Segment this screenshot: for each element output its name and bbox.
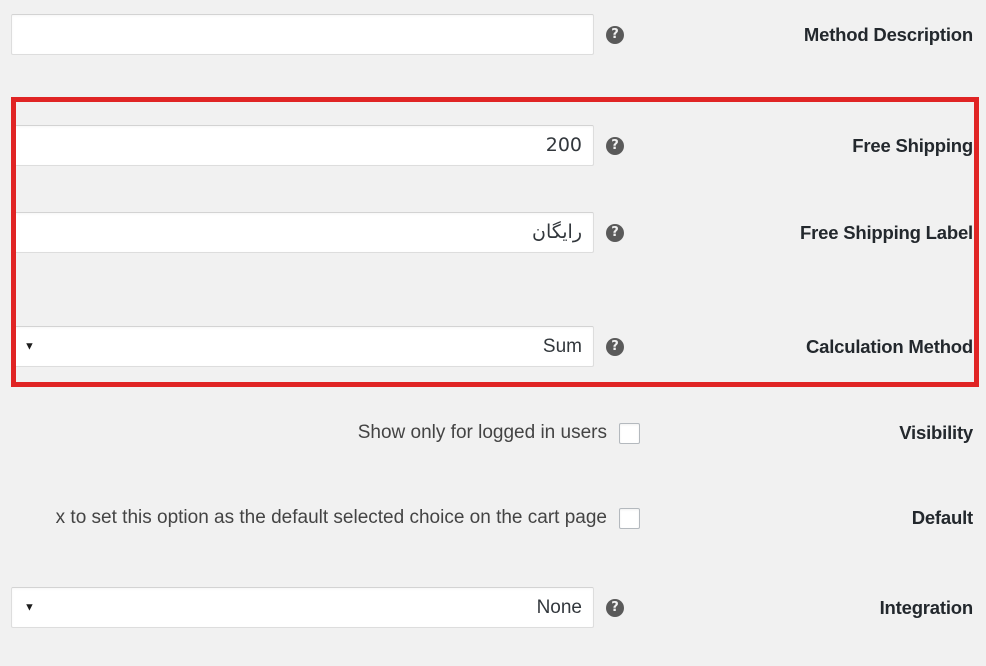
help-icon[interactable]: ? — [606, 136, 624, 155]
integration-select[interactable]: ▼ None — [11, 587, 594, 628]
integration-value: None — [536, 597, 582, 618]
chevron-down-icon: ▼ — [24, 601, 35, 613]
help-icon[interactable]: ? — [606, 337, 624, 356]
calculation-method-select[interactable]: ▼ Sum — [11, 326, 594, 367]
method-description-input[interactable] — [11, 14, 594, 55]
label-free-shipping-label: Free Shipping Label — [800, 221, 973, 243]
row-default: Default x to set this option as the defa… — [0, 506, 986, 530]
control-method-description — [11, 14, 594, 55]
label-integration: Integration — [879, 596, 974, 618]
label-default: Default — [911, 507, 974, 528]
default-checkbox[interactable] — [619, 507, 640, 529]
free-shipping-input[interactable]: 200 — [11, 125, 594, 166]
chevron-down-icon: ▼ — [24, 340, 35, 352]
row-method-description: Method Description ? — [0, 14, 986, 55]
row-free-shipping-label: Free Shipping Label ? رایگان — [0, 212, 986, 253]
default-checkbox-label: x to set this option as the default sele… — [55, 507, 607, 528]
label-visibility: Visibility — [899, 422, 973, 443]
visibility-checkbox-group[interactable]: Show only for logged in users — [358, 422, 640, 444]
label-calculation-method: Calculation Method — [805, 335, 973, 357]
row-calculation-method: Calculation Method ? ▼ Sum — [0, 326, 986, 367]
help-icon[interactable]: ? — [606, 223, 624, 242]
help-icon[interactable]: ? — [606, 25, 624, 44]
help-icon[interactable]: ? — [606, 598, 624, 617]
label-free-shipping: Free Shipping — [852, 134, 973, 156]
row-integration: Integration ? ▼ None — [0, 587, 986, 628]
control-calculation-method: ▼ Sum — [11, 326, 594, 367]
free-shipping-label-input[interactable]: رایگان — [11, 212, 594, 253]
control-free-shipping-label: رایگان — [11, 212, 594, 253]
control-default: x to set this option as the default sele… — [56, 507, 640, 529]
control-free-shipping: 200 — [11, 125, 594, 166]
control-visibility: Show only for logged in users — [358, 422, 640, 444]
visibility-checkbox[interactable] — [619, 422, 640, 444]
label-method-description: Method Description — [803, 23, 973, 45]
default-checkbox-group[interactable]: x to set this option as the default sele… — [56, 507, 640, 529]
row-visibility: Visibility Show only for logged in users — [0, 421, 986, 445]
control-integration: ▼ None — [11, 587, 594, 628]
visibility-checkbox-label: Show only for logged in users — [357, 422, 607, 443]
row-free-shipping: Free Shipping ? 200 — [0, 125, 986, 166]
calculation-method-value: Sum — [542, 336, 582, 357]
settings-form: Method Description ? Free Shipping ? 200… — [0, 0, 986, 666]
